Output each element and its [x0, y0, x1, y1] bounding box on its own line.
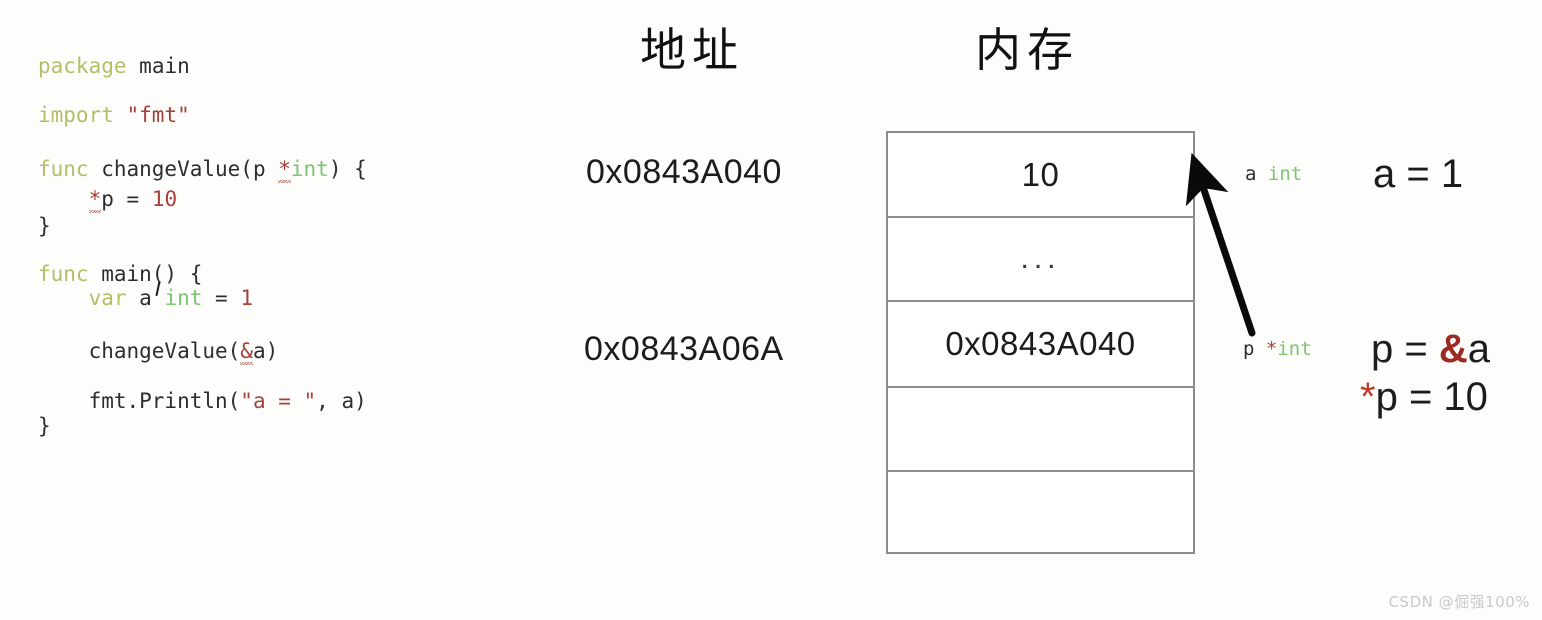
variable-expression: p = &a: [1371, 327, 1490, 372]
variable-name: p: [1243, 338, 1266, 360]
variable-declaration: a int: [1245, 163, 1302, 185]
variable-type: int: [1267, 163, 1303, 185]
code-token: package: [38, 54, 127, 78]
memory-cell-value: ...: [1020, 242, 1061, 275]
diagram-canvas: package main import "fmt" func changeValue…: [0, 0, 1542, 620]
code-token: changeValue(p: [88, 157, 279, 181]
code-line: changeValue(&a): [38, 339, 279, 363]
code-token: ) {: [328, 157, 367, 181]
dereference-text: p = 10: [1375, 375, 1488, 419]
variable-name: a: [1245, 163, 1268, 185]
dereference-expression: *p = 10: [1360, 375, 1488, 420]
code-token: "a = ": [240, 389, 317, 413]
dereference-operator: *: [1360, 375, 1376, 419]
memory-cell: 0x0843A040: [888, 302, 1193, 388]
code-line: func changeValue(p *int) {: [38, 157, 367, 181]
code-token: main: [139, 54, 190, 78]
variable-declaration: p *int: [1243, 338, 1312, 360]
code-token: func: [38, 157, 89, 181]
code-token: "fmt": [126, 103, 190, 127]
code-token: changeValue(: [38, 339, 241, 363]
code-line: fmt.Println("a = ", a): [38, 389, 367, 413]
code-token: &: [240, 339, 253, 363]
code-token: =: [202, 286, 241, 310]
code-token: var: [88, 286, 127, 310]
watermark: CSDN @倔强100%: [1388, 593, 1530, 611]
expression-prefix: p =: [1371, 327, 1439, 371]
expression-text: a = 1: [1373, 152, 1464, 196]
code-token: int: [164, 286, 203, 310]
code-token: import: [38, 103, 114, 127]
code-token: a): [252, 339, 279, 363]
pointer-star: *: [1265, 338, 1278, 360]
code-token: , a): [316, 389, 367, 413]
code-line: func main() {: [38, 262, 202, 286]
code-token: 10: [151, 187, 178, 211]
code-token: p =: [101, 187, 152, 211]
code-token: 1: [240, 286, 253, 310]
code-token: }: [38, 214, 51, 238]
address-label: 0x0843A06A: [584, 330, 784, 368]
code-line: }: [38, 414, 51, 438]
code-token: }: [38, 414, 51, 438]
code-line: *p = 10: [38, 187, 178, 211]
expression-suffix: a: [1467, 327, 1490, 371]
code-line: var a int = 1: [38, 286, 253, 310]
memory-cell: [888, 472, 1193, 552]
column-heading-address: 地址: [640, 23, 744, 77]
memory-cell-value: 0x0843A040: [945, 325, 1136, 362]
address-label: 0x0843A040: [586, 153, 782, 191]
memory-table: 10... 0x0843A040: [886, 131, 1195, 554]
memory-cell-value: 10: [1021, 155, 1060, 193]
memory-cell: ...: [888, 218, 1193, 302]
address-of-operator: &: [1438, 327, 1468, 371]
column-heading-memory: 内存: [975, 23, 1079, 77]
pointer-arrow: [1185, 152, 1256, 337]
code-token: func: [38, 262, 89, 286]
variable-type: int: [1277, 338, 1312, 360]
memory-cell: [888, 388, 1193, 472]
code-line: }: [38, 214, 51, 238]
code-token: main() {: [88, 262, 203, 286]
memory-cell: 10: [888, 133, 1193, 218]
code-panel: package main import "fmt" func changeValue…: [0, 0, 560, 620]
code-token: *: [278, 157, 291, 181]
code-token: *: [88, 187, 102, 211]
code-line: package main: [38, 54, 190, 78]
code-line: import "fmt": [38, 103, 190, 127]
variable-expression: a = 1: [1373, 152, 1463, 197]
code-token: int: [290, 157, 329, 181]
code-token: fmt.Println(: [38, 389, 241, 413]
